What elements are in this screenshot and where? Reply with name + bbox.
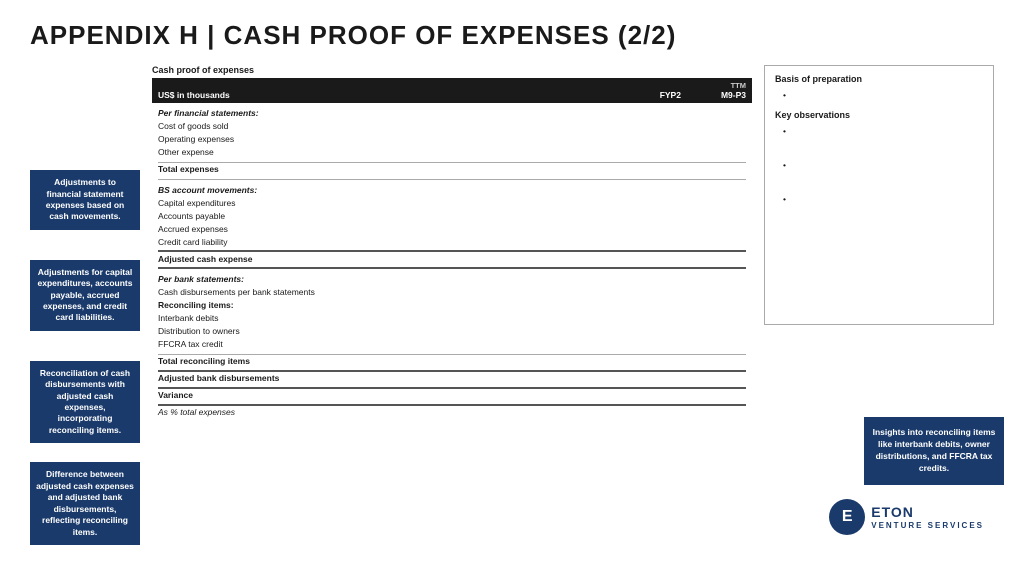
sidebar-box-3: Reconciliation of cash disbursements wit… bbox=[30, 361, 140, 444]
page: APPENDIX H | CASH PROOF OF EXPENSES (2/2… bbox=[0, 0, 1024, 576]
row-cash-disbursements: Cash disbursements per bank statements bbox=[152, 286, 752, 299]
center-table: Cash proof of expenses US$ in thousands … bbox=[152, 65, 752, 545]
logo-icon: E bbox=[829, 499, 865, 535]
row-credit-card: Credit card liability bbox=[152, 235, 752, 248]
col-right-row: FYP2 M9-P3 bbox=[660, 90, 746, 100]
right-panel: Basis of preparation • Key observations … bbox=[764, 65, 994, 545]
sidebar-box-4: Difference between adjusted cash expense… bbox=[30, 462, 140, 545]
key-observations: Key observations bbox=[775, 110, 983, 120]
page-title: APPENDIX H | CASH PROOF OF EXPENSES (2/2… bbox=[30, 20, 994, 51]
logo-sub: VENTURE SERVICES bbox=[871, 521, 984, 531]
row-adjusted-cash-expense: Adjusted cash expense bbox=[152, 252, 752, 265]
row-other-expense: Other expense bbox=[152, 146, 752, 159]
row-ffcra: FFCRA tax credit bbox=[152, 338, 752, 351]
row-cogs: Cost of goods sold bbox=[152, 120, 752, 133]
insights-box: Insights into reconciling items like int… bbox=[864, 417, 1004, 485]
row-reconciling-label: Reconciling items: bbox=[152, 299, 752, 312]
key-obs-bullet-1: • bbox=[783, 126, 983, 136]
col-ttm: TTM bbox=[731, 81, 746, 90]
basis-bullet: • bbox=[783, 90, 983, 100]
basis-box: Basis of preparation • Key observations … bbox=[764, 65, 994, 325]
main-content: Adjustments to financial statement expen… bbox=[30, 65, 994, 545]
table-rows: Per financial statements: Cost of goods … bbox=[152, 103, 752, 419]
basis-title: Basis of preparation bbox=[775, 74, 983, 84]
row-accounts-payable: Accounts payable bbox=[152, 209, 752, 222]
row-distribution: Distribution to owners bbox=[152, 325, 752, 338]
column-headers: US$ in thousands TTM FYP2 M9-P3 bbox=[152, 78, 752, 103]
logo-area: E ETON VENTURE SERVICES bbox=[829, 499, 984, 535]
row-pct-total: As % total expenses bbox=[152, 406, 752, 419]
row-adjusted-bank: Adjusted bank disbursements bbox=[152, 372, 752, 385]
col-m9p3: M9-P3 bbox=[721, 90, 746, 100]
col-right-group: TTM FYP2 M9-P3 bbox=[660, 81, 746, 100]
row-accrued-expenses: Accrued expenses bbox=[152, 222, 752, 235]
sidebar-box-2: Adjustments for capital expenditures, ac… bbox=[30, 260, 140, 331]
left-sidebar: Adjustments to financial statement expen… bbox=[30, 65, 140, 545]
key-obs-bullet-3: • bbox=[783, 194, 983, 204]
row-per-bank: Per bank statements: bbox=[152, 269, 752, 286]
table-section-label: Cash proof of expenses bbox=[152, 65, 752, 75]
row-total-expenses: Total expenses bbox=[152, 163, 752, 176]
row-total-reconciling: Total reconciling items bbox=[152, 355, 752, 368]
key-obs-bullet-2: • bbox=[783, 160, 983, 170]
sidebar-box-1: Adjustments to financial statement expen… bbox=[30, 170, 140, 230]
col-header-left: US$ in thousands bbox=[158, 90, 230, 100]
col-fyp2: FYP2 bbox=[660, 90, 681, 100]
row-interbank: Interbank debits bbox=[152, 312, 752, 325]
logo-letter: E bbox=[842, 508, 853, 526]
row-variance: Variance bbox=[152, 389, 752, 402]
row-bs-account: BS account movements: bbox=[152, 180, 752, 197]
logo-name: ETON bbox=[871, 504, 984, 521]
logo-text: ETON VENTURE SERVICES bbox=[871, 504, 984, 530]
row-per-financial-statements: Per financial statements: bbox=[152, 103, 752, 120]
row-capex: Capital expenditures bbox=[152, 196, 752, 209]
row-operating-expenses: Operating expenses bbox=[152, 133, 752, 146]
